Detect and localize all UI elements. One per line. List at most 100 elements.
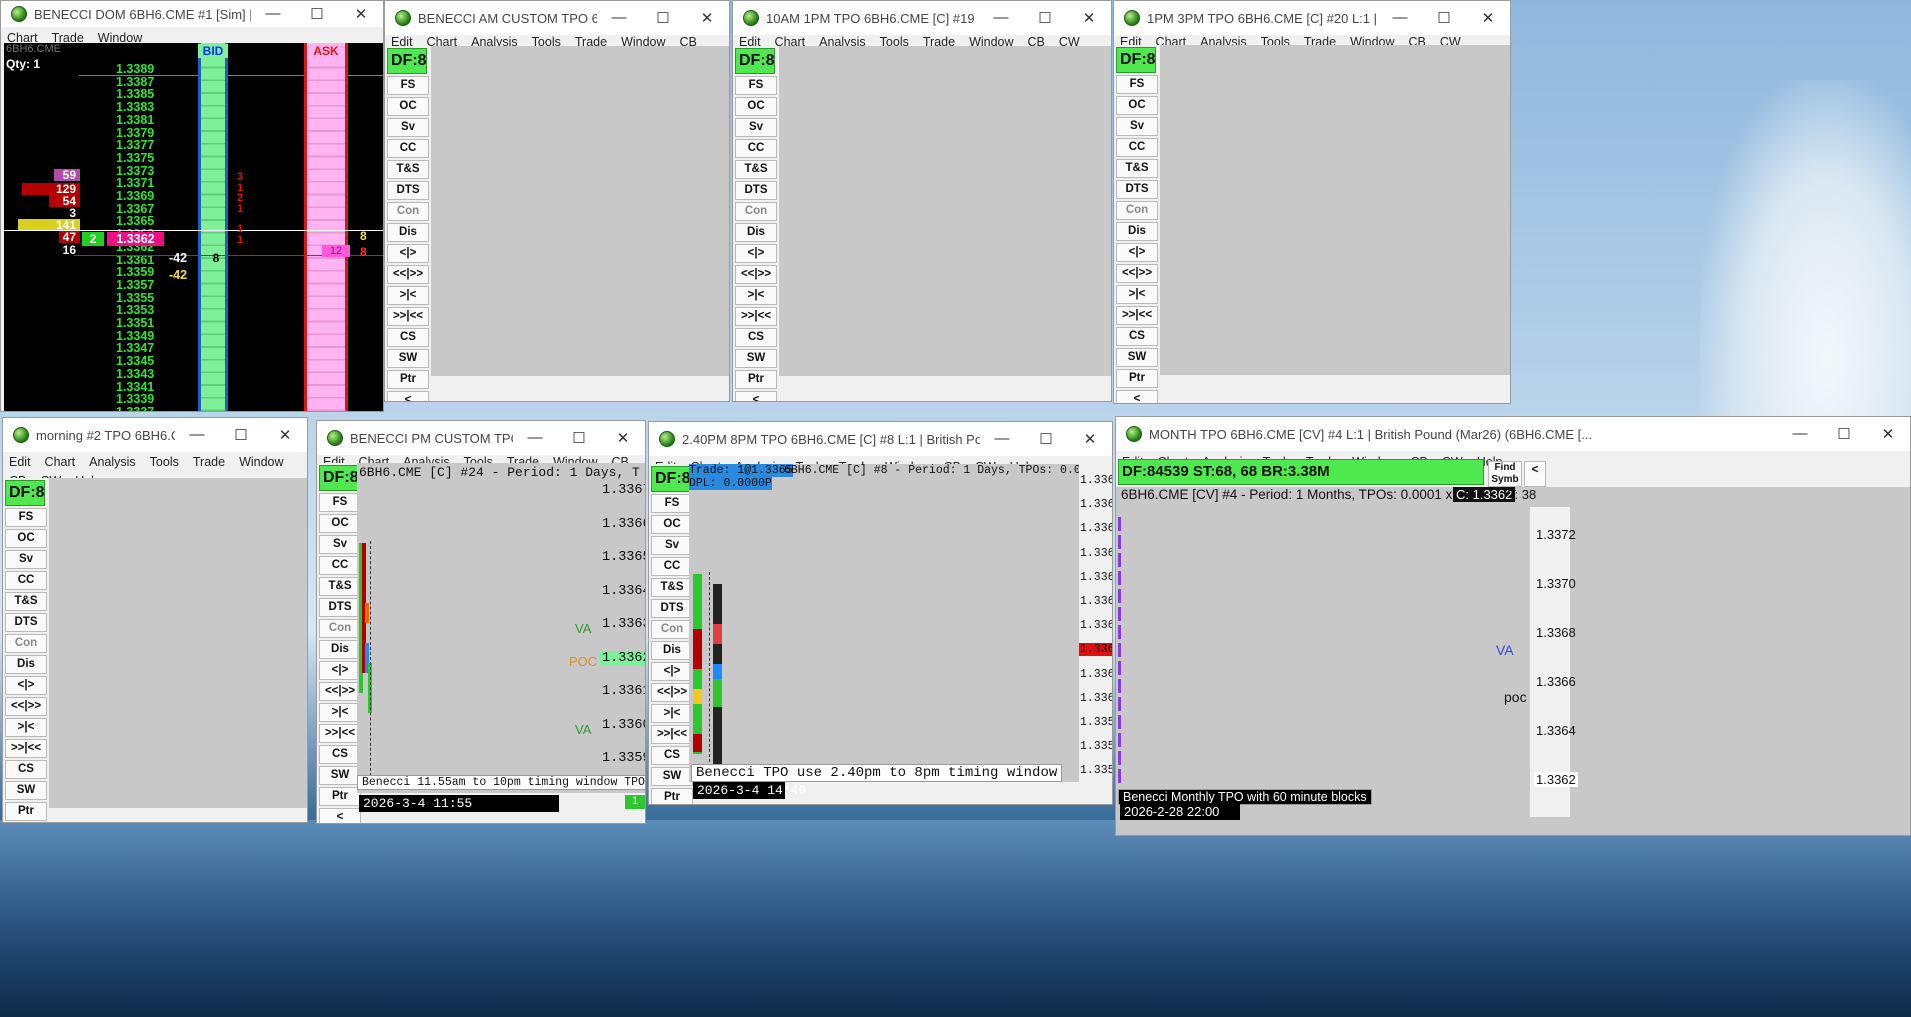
chart-area[interactable] <box>779 46 1111 376</box>
ask-column[interactable]: ASK <box>304 43 348 411</box>
toolbar-button-ptr[interactable]: Ptr <box>387 370 429 389</box>
w240-window[interactable]: 2.40PM 8PM TPO 6BH6.CME [C] #8 L:1 | Bri… <box>648 421 1113 805</box>
toolbar-button-dts[interactable]: DTS <box>651 599 693 618</box>
toolbar-button-nav15[interactable]: < <box>1116 390 1158 403</box>
maximize-button[interactable]: ☐ <box>295 5 339 23</box>
toolbar-button-nav11[interactable]: >>|<< <box>387 307 429 326</box>
dom-window[interactable]: BENECCI DOM 6BH6.CME #1 [Sim] | British … <box>0 0 384 412</box>
toolbar-button-ts[interactable]: T&S <box>735 160 777 179</box>
toolbar-button-nav8[interactable]: <|> <box>5 676 47 695</box>
toolbar-button-cc[interactable]: CC <box>1116 138 1158 157</box>
toolbar-button-nav8[interactable]: <|> <box>651 662 693 681</box>
minimize-button[interactable]: — <box>1778 425 1822 443</box>
menu-trade[interactable]: Trade <box>193 455 225 469</box>
close-button[interactable]: ✕ <box>1068 430 1112 448</box>
toolbar-button-nav9[interactable]: <<|>> <box>319 682 361 701</box>
toolbar-button-dts[interactable]: DTS <box>5 613 47 632</box>
toolbar-button-nav9[interactable]: <<|>> <box>735 265 777 284</box>
close-button[interactable]: ✕ <box>263 426 307 444</box>
toolbar-button-sw[interactable]: SW <box>5 781 47 800</box>
toolbar-button-oc[interactable]: OC <box>387 97 429 116</box>
toolbar-button-nav15[interactable]: < <box>319 808 361 823</box>
toolbar-button-cs[interactable]: CS <box>387 328 429 347</box>
toolbar-button-nav8[interactable]: <|> <box>387 244 429 263</box>
menu-chart[interactable]: Chart <box>45 455 76 469</box>
toolbar-button-sw[interactable]: SW <box>651 767 693 786</box>
toolbar-button-dis[interactable]: Dis <box>319 640 361 659</box>
toolbar-button-con[interactable]: Con <box>1116 201 1158 220</box>
toolbar-button-nav11[interactable]: >>|<< <box>1116 306 1158 325</box>
nav-left-button[interactable]: < <box>1524 461 1546 487</box>
minimize-button[interactable]: — <box>980 430 1024 448</box>
toolbar-button-nav9[interactable]: <<|>> <box>5 697 47 716</box>
toolbar-button-oc[interactable]: OC <box>5 529 47 548</box>
toolbar-button-sv[interactable]: Sv <box>387 118 429 137</box>
toolbar-button-fs[interactable]: FS <box>387 76 429 95</box>
title-bar[interactable]: BENECCI PM CUSTOM TPO 6BH6.CME [C]...—☐✕ <box>317 421 645 455</box>
toolbar-button-nav8[interactable]: <|> <box>735 244 777 263</box>
toolbar-button-oc[interactable]: OC <box>651 515 693 534</box>
close-button[interactable]: ✕ <box>1466 9 1510 27</box>
toolbar-button-oc[interactable]: OC <box>735 97 777 116</box>
toolbar-button-dis[interactable]: Dis <box>735 223 777 242</box>
dom-ladder[interactable]: 6BH6.CME Qty: 1 BID ASK 1.3389 1.3387 1.33… <box>4 43 383 411</box>
title-bar[interactable]: 2.40PM 8PM TPO 6BH6.CME [C] #8 L:1 | Bri… <box>649 422 1112 456</box>
month-window[interactable]: MONTH TPO 6BH6.CME [CV] #4 L:1 | British… <box>1115 416 1911 836</box>
toolbar-button-fs[interactable]: FS <box>319 493 361 512</box>
close-button[interactable]: ✕ <box>685 9 729 27</box>
title-bar[interactable]: MONTH TPO 6BH6.CME [CV] #4 L:1 | British… <box>1116 417 1910 451</box>
maximize-button[interactable]: ☐ <box>1822 425 1866 443</box>
maximize-button[interactable]: ☐ <box>1024 430 1068 448</box>
toolbar-button-con[interactable]: Con <box>5 634 47 653</box>
chart-area[interactable]: 6BH6.CME [CV] #4 - Period: 1 Months, TPO… <box>1116 487 1910 835</box>
toolbar-button-cs[interactable]: CS <box>319 745 361 764</box>
title-bar[interactable]: BENECCI AM CUSTOM TPO 6BH6.CME [C] #2...… <box>385 1 729 35</box>
toolbar-button-sw[interactable]: SW <box>387 349 429 368</box>
toolbar-button-nav10[interactable]: >|< <box>1116 285 1158 304</box>
close-button[interactable]: ✕ <box>1866 425 1910 443</box>
toolbar-button-con[interactable]: Con <box>651 620 693 639</box>
toolbar-button-nav9[interactable]: <<|>> <box>651 683 693 702</box>
minimize-button[interactable]: — <box>597 9 641 27</box>
toolbar-button-fs[interactable]: FS <box>735 76 777 95</box>
toolbar-button-nav10[interactable]: >|< <box>319 703 361 722</box>
find-symbol-button[interactable]: Find Symb <box>1488 461 1522 487</box>
toolbar-button-dts[interactable]: DTS <box>735 181 777 200</box>
title-bar[interactable]: 10AM 1PM TPO 6BH6.CME [C] #19 L:1 | Brit… <box>733 1 1111 35</box>
menu-window[interactable]: Window <box>239 455 283 469</box>
menu-edit[interactable]: Edit <box>9 455 31 469</box>
toolbar-button-ts[interactable]: T&S <box>319 577 361 596</box>
toolbar-button-nav8[interactable]: <|> <box>1116 243 1158 262</box>
close-button[interactable]: ✕ <box>339 5 383 23</box>
toolbar-button-sw[interactable]: SW <box>735 349 777 368</box>
toolbar-button-ptr[interactable]: Ptr <box>1116 369 1158 388</box>
toolbar-button-nav8[interactable]: <|> <box>319 661 361 680</box>
morning-window[interactable]: morning #2 TPO 6BH6.CME [C] #25...—☐✕ Edi… <box>2 417 308 823</box>
minimize-button[interactable]: — <box>175 426 219 444</box>
toolbar-button-ptr[interactable]: Ptr <box>5 802 47 821</box>
toolbar-button-dts[interactable]: DTS <box>387 181 429 200</box>
price-level[interactable]: 1.3337 <box>116 405 154 411</box>
toolbar-button-nav11[interactable]: >>|<< <box>319 724 361 743</box>
toolbar-button-oc[interactable]: OC <box>319 514 361 533</box>
pm-window[interactable]: BENECCI PM CUSTOM TPO 6BH6.CME [C]...—☐✕… <box>316 420 646 824</box>
chart-area[interactable] <box>1160 45 1510 375</box>
chart-area[interactable] <box>431 46 729 376</box>
toolbar-button-fs[interactable]: FS <box>1116 75 1158 94</box>
w10-window[interactable]: 10AM 1PM TPO 6BH6.CME [C] #19 L:1 | Brit… <box>732 0 1112 402</box>
toolbar-button-con[interactable]: Con <box>735 202 777 221</box>
toolbar-button-nav10[interactable]: >|< <box>735 286 777 305</box>
bid-column[interactable]: BID <box>198 43 228 411</box>
toolbar-button-nav9[interactable]: <<|>> <box>1116 264 1158 283</box>
toolbar-button-sw[interactable]: SW <box>319 766 361 785</box>
toolbar-button-con[interactable]: Con <box>319 619 361 638</box>
chart-area[interactable]: 6BH6.CME [C] #24 - Period: 1 Days, T 1.33… <box>357 463 645 793</box>
toolbar-button-cs[interactable]: CS <box>651 746 693 765</box>
toolbar-button-cc[interactable]: CC <box>387 139 429 158</box>
toolbar-button-ts[interactable]: T&S <box>651 578 693 597</box>
maximize-button[interactable]: ☐ <box>1023 9 1067 27</box>
toolbar-button-fs[interactable]: FS <box>5 508 47 527</box>
toolbar-button-oc[interactable]: OC <box>1116 96 1158 115</box>
toolbar-button-nav11[interactable]: >>|<< <box>651 725 693 744</box>
toolbar-button-nav10[interactable]: >|< <box>387 286 429 305</box>
